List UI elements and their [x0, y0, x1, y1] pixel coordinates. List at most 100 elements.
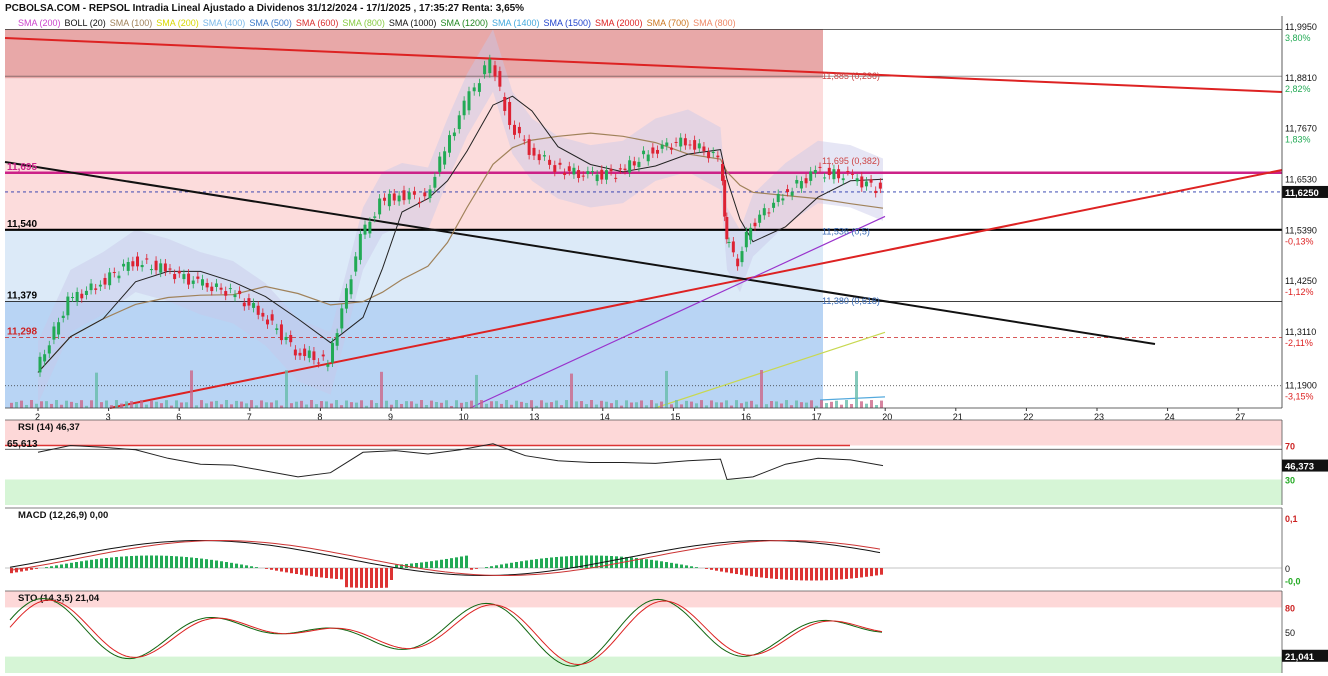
candle — [368, 221, 372, 234]
volume-bar — [630, 402, 633, 408]
volume-bar — [765, 404, 768, 408]
candle — [623, 168, 627, 171]
candle — [632, 161, 636, 166]
volume-bar — [350, 402, 353, 408]
macd-histogram-bar — [295, 568, 298, 575]
rsi-level-label: 65,613 — [7, 439, 38, 450]
candle — [674, 141, 678, 143]
volume-bar — [390, 404, 393, 408]
macd-histogram-bar — [110, 557, 113, 568]
volume-bar — [455, 400, 458, 408]
macd-histogram-bar — [300, 568, 303, 575]
candle — [483, 65, 487, 75]
candle — [340, 308, 344, 329]
macd-histogram-bar — [865, 568, 868, 577]
volume-bar — [825, 403, 828, 408]
macd-histogram-bar — [515, 561, 518, 568]
candle — [716, 155, 720, 158]
volume-bar — [845, 400, 848, 408]
volume-bar — [270, 402, 273, 408]
volume-bar — [320, 401, 323, 408]
candle — [707, 152, 711, 159]
macd-histogram-bar — [670, 562, 673, 568]
macd-histogram-bar — [665, 562, 668, 568]
macd-histogram-bar — [335, 568, 338, 579]
macd-histogram-bar — [830, 568, 833, 580]
candle — [553, 165, 557, 172]
volume-bar — [785, 400, 788, 408]
candle — [383, 197, 386, 201]
volume-bar — [260, 400, 263, 408]
volume-bar — [740, 403, 743, 408]
macd-histogram-bar — [650, 559, 653, 568]
volume-bar — [495, 401, 498, 408]
macd-histogram-bar — [15, 568, 18, 573]
macd-histogram-bar — [490, 566, 493, 568]
macd-histogram-bar — [740, 568, 743, 575]
volume-bar — [475, 374, 478, 408]
volume-bar — [520, 401, 523, 408]
candle — [242, 302, 246, 307]
macd-histogram-bar — [775, 568, 778, 579]
level-label: 11,540 — [7, 219, 37, 230]
candle — [600, 169, 604, 180]
macd-histogram-bar — [175, 556, 178, 568]
candle — [503, 96, 507, 111]
volume-bar — [185, 402, 188, 408]
volume-bar — [330, 403, 333, 408]
macd-histogram-bar — [785, 568, 788, 580]
volume-bar — [95, 372, 98, 408]
candle — [335, 333, 339, 346]
candle — [711, 151, 715, 154]
volume-bar — [250, 400, 253, 408]
candle — [758, 214, 762, 223]
candle — [61, 315, 65, 318]
candle — [591, 171, 594, 173]
macd-histogram-bar — [100, 558, 103, 568]
macd-histogram-bar — [780, 568, 783, 580]
volume-bar — [760, 370, 763, 408]
volume-bar — [165, 400, 168, 408]
rsi-tick: 70 — [1285, 442, 1295, 452]
macd-histogram-bar — [385, 568, 388, 588]
macd-histogram-bar — [545, 557, 548, 568]
volume-bar — [10, 402, 13, 408]
volume-bar — [605, 401, 608, 408]
macd-histogram-bar — [135, 555, 138, 568]
candle — [693, 140, 697, 150]
volume-bar — [880, 400, 883, 408]
macd-histogram-bar — [220, 561, 223, 568]
candle — [344, 288, 348, 309]
macd-histogram-bar — [305, 568, 308, 576]
candle — [303, 348, 307, 357]
pct-label: 1,83% — [1285, 135, 1311, 145]
candle — [679, 137, 683, 147]
macd-histogram-bar — [90, 559, 93, 568]
candle — [75, 291, 79, 302]
macd-histogram-bar — [150, 555, 153, 568]
candle — [493, 65, 497, 77]
candle — [397, 195, 401, 202]
candle — [522, 139, 526, 141]
price-chart[interactable]: 11,695 11,540 11,379 11,298 11,885 (0,236) 11… — [0, 0, 1328, 676]
volume-bar — [385, 400, 388, 408]
macd-histogram-bar — [860, 568, 863, 578]
macd-histogram-bar — [835, 568, 838, 580]
volume-bar — [745, 401, 748, 408]
candle — [660, 144, 664, 149]
candle — [818, 166, 822, 168]
macd-histogram-bar — [820, 568, 823, 581]
macd-histogram-bar — [280, 568, 283, 572]
macd-histogram-bar — [160, 555, 163, 568]
candle — [864, 181, 868, 187]
candle — [154, 260, 158, 271]
sma-1400-line — [819, 396, 886, 401]
volume-bar — [295, 401, 298, 408]
candle — [637, 161, 641, 168]
volume-bar — [865, 403, 868, 408]
macd-histogram-bar — [345, 568, 348, 588]
macd-histogram-bar — [695, 567, 698, 568]
candle — [131, 261, 135, 267]
candle — [749, 227, 753, 240]
macd-histogram-bar — [35, 568, 38, 569]
